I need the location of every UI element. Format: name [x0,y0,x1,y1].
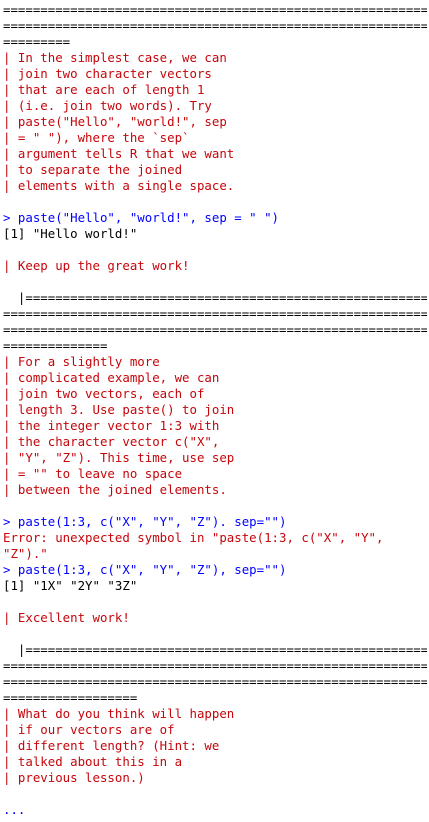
swirl-message-line: | = " "), where the `sep` [3,130,190,145]
swirl-message-line: | Keep up the great work! [3,258,190,273]
swirl-message-line: | the character vector c("X", [3,434,220,449]
swirl-message-line: | paste("Hello", "world!", sep [3,114,227,129]
swirl-message-line: | argument tells R that we want [3,146,235,161]
swirl-message-line: | complicated example, we can [3,370,220,385]
console-input-line: > paste("Hello", "world!", sep = " ") [3,210,280,225]
swirl-message-line: | join two character vectors [3,66,212,81]
console-output-line: [1] "Hello world!" [3,226,138,241]
progress-bar-line: ================== | 87% [3,690,138,705]
swirl-message-line: | different length? (Hint: we [3,738,220,753]
progress-bar-line: |=======================================… [17,642,427,657]
progress-bar-line: ========= | 82% [3,34,71,49]
swirl-message-line: | elements with a single space. [3,178,235,193]
progress-bar-line: ========================================… [3,674,427,689]
swirl-message-line: | that are each of length 1 [3,82,205,97]
progress-bar-line: ============== | 84% [3,338,108,353]
progress-bar-line: |=======================================… [17,290,427,305]
swirl-message-line: | = "" to leave no space [3,466,183,481]
swirl-message-line: | For a slightly more [3,354,160,369]
swirl-message-line: | join two vectors, each of [3,386,205,401]
swirl-message-line: | Excellent work! [3,610,130,625]
console-input-line: > paste(1:3, c("X", "Y", "Z"), sep="") [3,562,287,577]
console-input-line: ... [3,802,26,817]
swirl-message-line: | between the joined elements. [3,482,227,497]
swirl-message-line: | to separate the joined [3,162,183,177]
swirl-message-line: | previous lesson.) [3,770,145,785]
progress-bar-line: ========================================… [3,18,427,33]
swirl-message-line: | if our vectors are of [3,722,175,737]
r-console-output[interactable]: ========================================… [3,2,427,818]
progress-bar-line: ========================================… [3,322,427,337]
swirl-message-line: | length 3. Use paste() to join [3,402,235,417]
swirl-message-line: | talked about this in a [3,754,183,769]
console-error-line: Error: unexpected symbol in "paste(1:3, … [3,530,384,545]
swirl-message-line: | "Y", "Z"). This time, use sep [3,450,235,465]
swirl-message-line: | What do you think will happen [3,706,235,721]
console-input-line: > paste(1:3, c("X", "Y", "Z"). sep="") [3,514,287,529]
progress-bar-line: ========================================… [3,2,427,17]
swirl-message-line: | the integer vector 1:3 with [3,418,220,433]
swirl-message-line: | In the simplest case, we can [3,50,227,65]
console-error-line: "Z")." [3,546,48,561]
progress-bar-line: ========================================… [3,658,427,673]
progress-bar-line: ========================================… [3,306,427,321]
console-output-line: [1] "1X" "2Y" "3Z" [3,578,138,593]
swirl-message-line: | (i.e. join two words). Try [3,98,212,113]
